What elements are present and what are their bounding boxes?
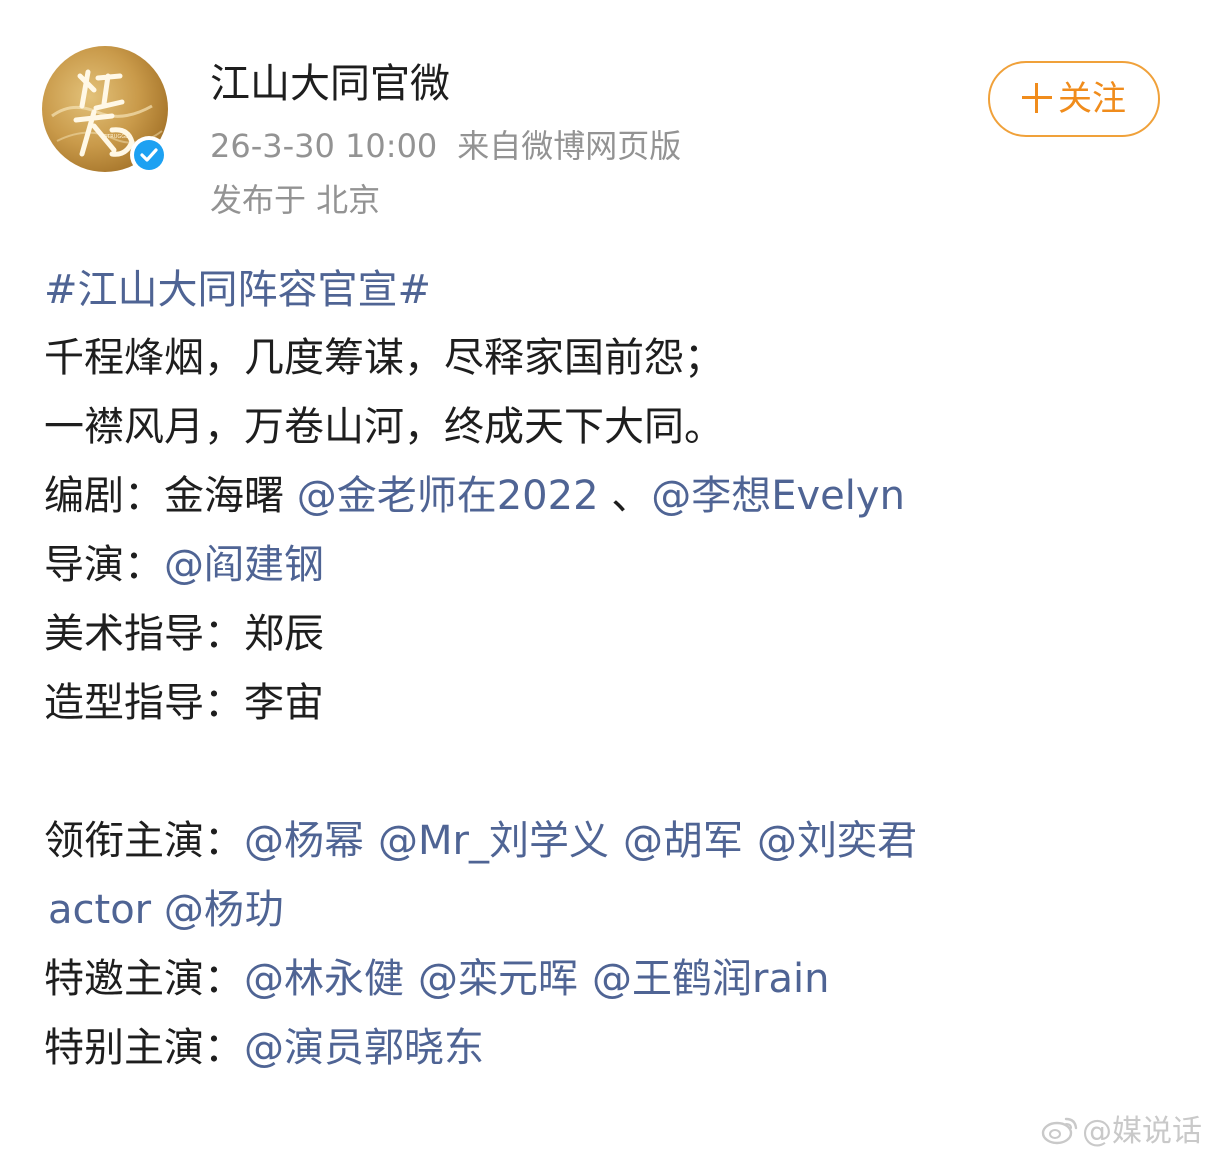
weibo-logo-icon: [1041, 1117, 1078, 1145]
art-director-line: 美术指导：郑辰: [44, 606, 324, 662]
watermark-text: @媒说话: [1082, 1114, 1202, 1149]
writer-line: 编剧：金海曙 @金老师在2022 、@李想Evelyn: [44, 468, 905, 524]
lead-mention-hu-jun[interactable]: @胡军: [623, 818, 743, 864]
writer-name: 金海曙: [164, 473, 284, 519]
post-line-1: 千程烽烟，几度筹谋，尽释家国前怨；: [44, 335, 724, 381]
styling-director-label: 造型指导：: [44, 680, 244, 726]
guest-mention-lin-yongjian[interactable]: @林永健: [244, 956, 404, 1002]
art-director-name: 郑辰: [244, 611, 324, 657]
writer-mention-2[interactable]: @李想Evelyn: [651, 473, 905, 519]
director-line: 导演：@阎建钢: [44, 537, 324, 593]
post-date[interactable]: 26-3-30 10:00: [210, 127, 437, 165]
styling-director-name: 李宙: [244, 680, 324, 726]
art-director-label: 美术指导：: [44, 611, 244, 657]
post-line-hashtag: #江山大同阵容官宣#: [44, 262, 431, 318]
lead-mention-yang-le[interactable]: actor @杨玏: [48, 887, 284, 933]
lead-cast-line-cont: actor @杨玏: [48, 882, 284, 938]
post-line-2: 一襟风月，万卷山河，终成天下大同。: [44, 404, 724, 450]
writer-mention-1[interactable]: @金老师在2022: [297, 473, 599, 519]
special-guest-line: 特邀主演：@林永健 @栾元晖 @王鹤润rain: [44, 951, 829, 1007]
writer-label: 编剧：: [44, 473, 164, 519]
lead-mention-yang-mi[interactable]: @杨幂: [244, 818, 364, 864]
post-meta: 26-3-30 10:00 来自微博网页版: [210, 124, 681, 168]
writer-separator: 、: [611, 473, 652, 519]
special-mention-guo-xiaodong[interactable]: @演员郭晓东: [244, 1025, 484, 1071]
hashtag-link[interactable]: #江山大同阵容官宣#: [44, 267, 431, 313]
guest-mention-wang-herun[interactable]: @王鹤润rain: [592, 956, 829, 1002]
watermark: @媒说话: [1040, 1108, 1202, 1156]
svg-text:STRUGGLE: STRUGGLE: [104, 134, 131, 140]
follow-label: 关注: [1058, 79, 1126, 119]
guest-mention-luan-yuanhui[interactable]: @栾元晖: [418, 956, 578, 1002]
styling-director-line: 造型指导：李宙: [44, 675, 324, 731]
director-mention[interactable]: @阎建钢: [164, 542, 324, 588]
lead-mention-liu-xueyi[interactable]: @Mr_刘学义: [378, 818, 609, 864]
verified-badge: [130, 136, 168, 174]
post-location: 发布于 北京: [210, 181, 381, 219]
username[interactable]: 江山大同官微: [210, 58, 450, 110]
special-cast-line: 特别主演：@演员郭晓东: [44, 1020, 484, 1076]
special-cast-label: 特别主演：: [44, 1025, 244, 1071]
verified-check-icon: [134, 140, 164, 170]
post-source: 来自微博网页版: [457, 127, 682, 165]
lead-cast-line: 领衔主演：@杨幂 @Mr_刘学义 @胡军 @刘奕君: [44, 813, 917, 869]
plus-icon: [1022, 83, 1052, 113]
lead-cast-label: 领衔主演：: [44, 818, 244, 864]
director-label: 导演：: [44, 542, 164, 588]
special-guest-label: 特邀主演：: [44, 956, 244, 1002]
lead-mention-liu-yijun[interactable]: @刘奕君: [757, 818, 917, 864]
follow-button[interactable]: 关注: [988, 61, 1160, 137]
